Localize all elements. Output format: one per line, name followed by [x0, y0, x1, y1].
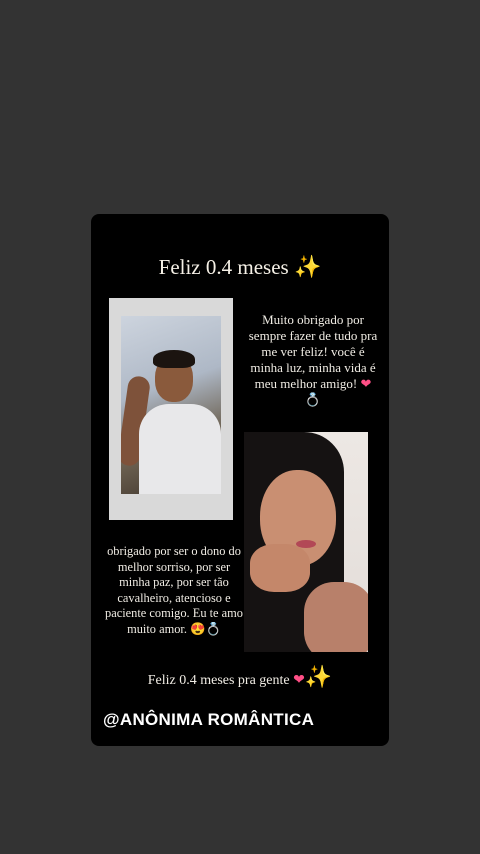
story-title: Feliz 0.4 meses ✨ — [91, 254, 389, 280]
author-handle[interactable]: @ANÔNIMA ROMÂNTICA — [103, 710, 314, 730]
footer-message: Feliz 0.4 meses pra gente ❤✨ — [91, 664, 389, 690]
title-text: Feliz 0.4 meses — [158, 255, 289, 279]
sparkles-icon: ✨ — [293, 254, 322, 279]
ring-icon: 💍 — [205, 621, 221, 636]
footer-text: Feliz 0.4 meses pra gente — [147, 673, 290, 688]
ring-icon: 💍 — [304, 392, 322, 407]
photo-frame-boyfriend — [109, 298, 233, 520]
message-left: obrigado por ser o dono do melhor sorris… — [105, 544, 243, 637]
heart-icon: ❤ — [360, 376, 372, 391]
message-right: Muito obrigado por sempre fazer de tudo … — [247, 312, 379, 408]
message-left-text: obrigado por ser o dono do melhor sorris… — [105, 544, 243, 636]
heart-icon: ❤ — [293, 673, 305, 688]
message-right-text: Muito obrigado por sempre fazer de tudo … — [248, 312, 378, 391]
heart-eyes-icon: 😍 — [190, 621, 206, 636]
story-card: Feliz 0.4 meses ✨ Muito obrigado por sem… — [91, 214, 389, 746]
sparkles-icon: ✨ — [304, 664, 333, 689]
boyfriend-photo — [121, 316, 221, 494]
girlfriend-photo — [244, 432, 368, 652]
